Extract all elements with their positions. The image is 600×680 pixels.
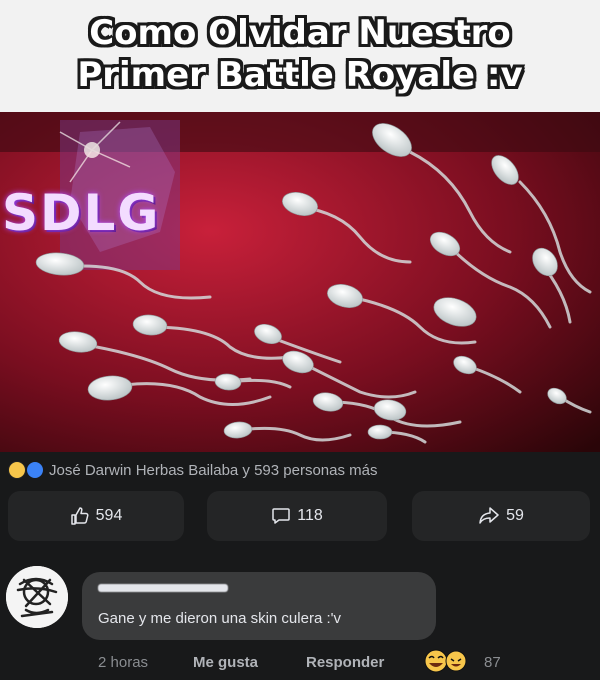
comment-like-button[interactable]: Me gusta	[193, 654, 258, 671]
haha-reaction-icon	[8, 461, 26, 479]
reactions-summary[interactable]: José Darwin Herbas Bailaba y 593 persona…	[8, 458, 378, 482]
avatar-sketch-image	[6, 566, 68, 628]
comment-time[interactable]: 2 horas	[98, 654, 148, 671]
comment-reactions-icons[interactable]	[422, 648, 482, 674]
share-count: 59	[506, 507, 524, 524]
comment-reaction-count: 87	[484, 654, 501, 671]
sdlg-logo-text: SDLG	[2, 184, 161, 242]
meme-image: SDLG	[0, 112, 600, 452]
comment-reply-button[interactable]: Responder	[306, 654, 384, 671]
comment-count: 118	[297, 507, 323, 524]
caption-line-2: Primer Battle Royale :v	[77, 55, 523, 95]
comment-button[interactable]: 118	[207, 491, 387, 541]
comment-text: Gane y me dieron una skin culera :'v	[98, 610, 341, 627]
thumbs-up-icon	[70, 507, 89, 525]
share-icon	[479, 507, 499, 524]
comment-bubble[interactable]: Gane y me dieron una skin culera :'v	[82, 572, 436, 640]
like-reaction-icon	[27, 462, 43, 478]
like-button[interactable]: 594	[8, 491, 184, 541]
laughing-icon	[445, 650, 467, 672]
sperm-race-illustration	[0, 112, 600, 452]
like-count: 594	[95, 507, 123, 524]
commenter-avatar[interactable]	[6, 566, 68, 628]
reactions-text: José Darwin Herbas Bailaba y 593 persona…	[49, 461, 378, 479]
post-actions: 594 118 59	[0, 491, 600, 543]
comment-icon	[272, 508, 290, 524]
caption-line-1: Como Olvidar Nuestro	[89, 13, 511, 53]
commenter-name-redacted	[98, 584, 228, 592]
share-button[interactable]: 59	[412, 491, 590, 541]
haha-icon	[424, 649, 448, 673]
meme-caption: Como Olvidar Nuestro Primer Battle Royal…	[0, 0, 600, 112]
